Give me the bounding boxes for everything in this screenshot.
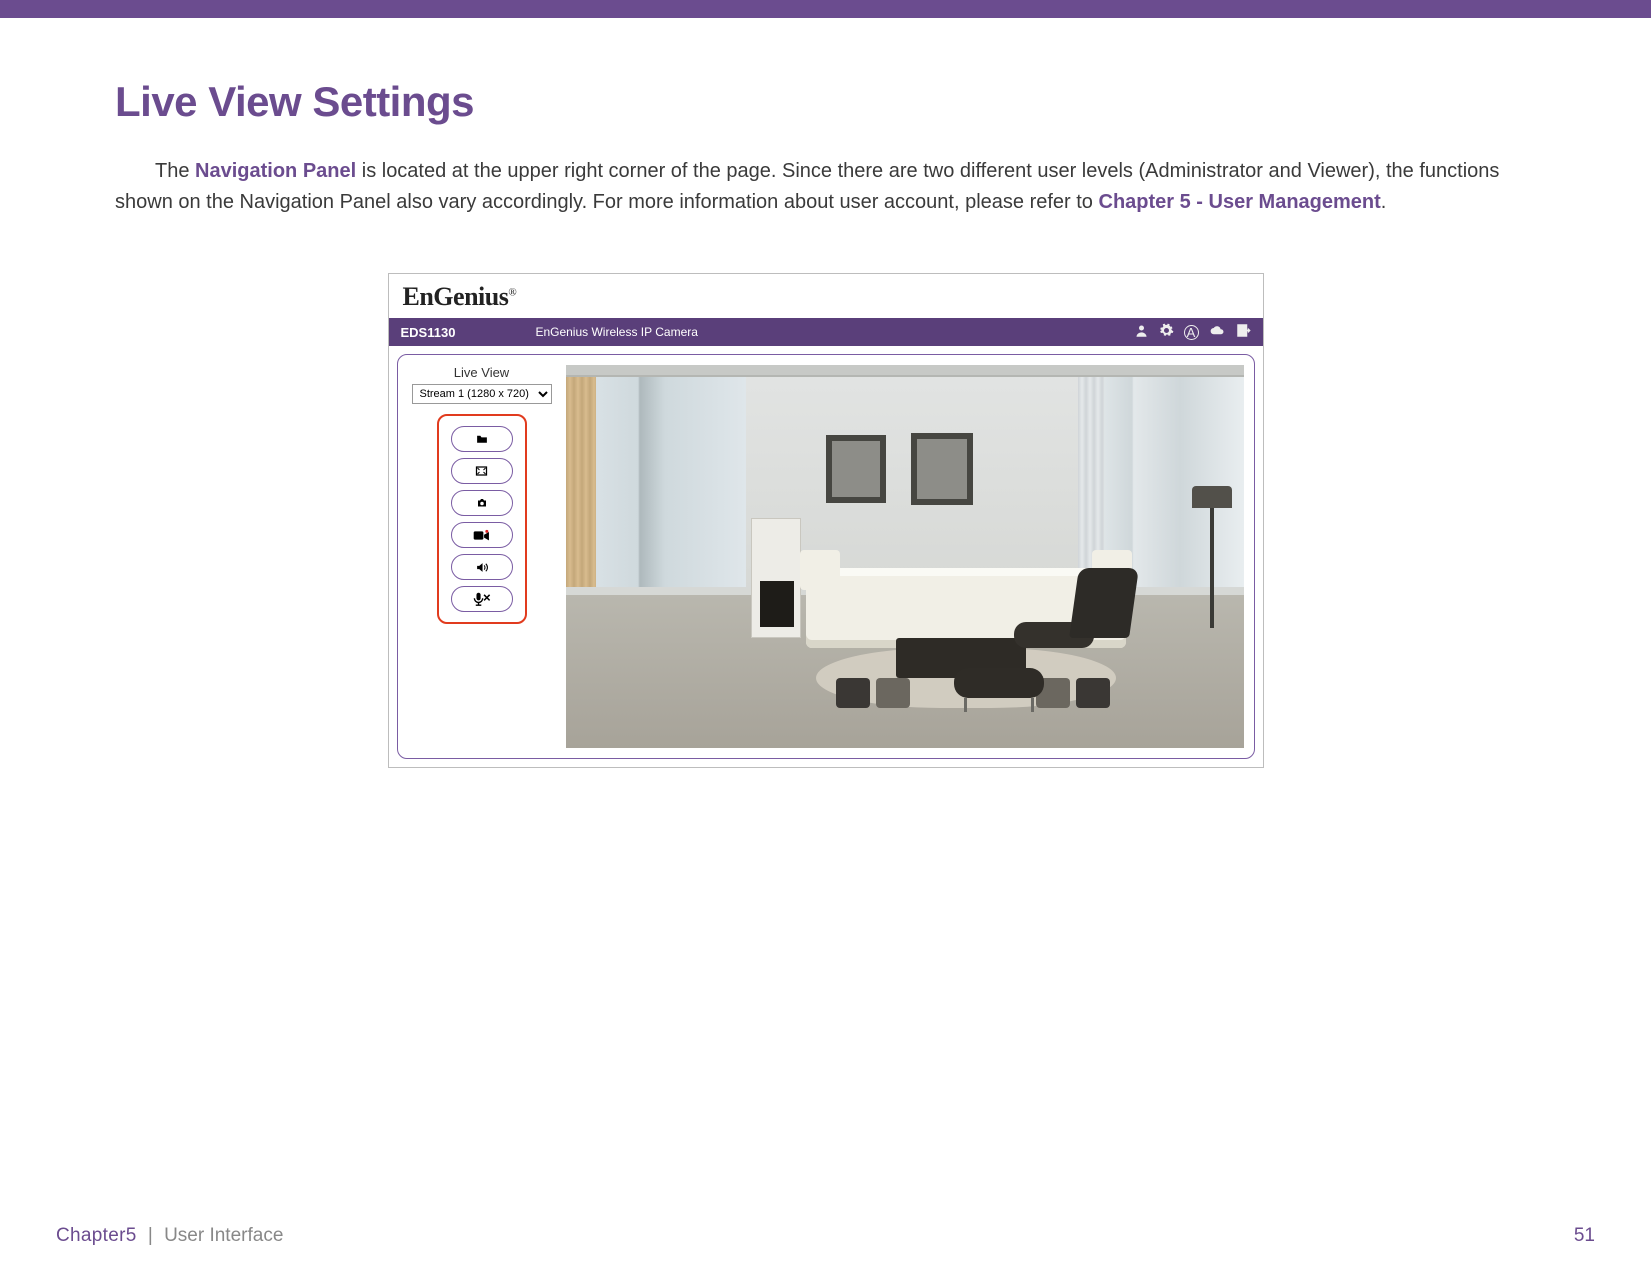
room-scene bbox=[566, 365, 1244, 748]
page-number: 51 bbox=[1574, 1225, 1595, 1247]
user-icon[interactable] bbox=[1134, 323, 1149, 341]
record-icon bbox=[473, 529, 491, 542]
header-bar: EDS1130 EnGenius Wireless IP Camera A bbox=[389, 318, 1263, 346]
fullscreen-button[interactable] bbox=[451, 458, 513, 484]
page-content: Live View Settings The Navigation Panel … bbox=[0, 18, 1651, 768]
folder-icon bbox=[474, 433, 490, 446]
para-text-a: The bbox=[155, 160, 195, 182]
footer-left: Chapter5 | User Interface bbox=[56, 1225, 283, 1247]
live-view-sidebar: Live View Stream 1 (1280 x 720) bbox=[412, 365, 552, 748]
page-footer: Chapter5 | User Interface 51 bbox=[56, 1225, 1595, 1247]
open-folder-button[interactable] bbox=[451, 426, 513, 452]
logo-text: EnGenius bbox=[403, 282, 509, 311]
mic-mute-icon bbox=[473, 592, 491, 606]
main-panel: Live View Stream 1 (1280 x 720) bbox=[397, 354, 1255, 759]
fullscreen-icon bbox=[474, 465, 489, 477]
camera-ui-screenshot: EnGenius® EDS1130 EnGenius Wireless IP C… bbox=[388, 273, 1264, 768]
speaker-icon bbox=[474, 561, 490, 574]
intro-paragraph: The Navigation Panel is located at the u… bbox=[115, 156, 1536, 218]
model-label: EDS1130 bbox=[401, 325, 456, 340]
navigation-panel: A bbox=[1134, 323, 1251, 341]
mic-mute-button[interactable] bbox=[451, 586, 513, 612]
circle-a-icon[interactable]: A bbox=[1184, 325, 1199, 340]
logout-icon[interactable] bbox=[1236, 323, 1251, 341]
engenius-logo: EnGenius® bbox=[403, 282, 517, 312]
chapter5-link[interactable]: Chapter 5 - User Management bbox=[1099, 191, 1381, 213]
document-top-bar bbox=[0, 0, 1651, 18]
registered-mark: ® bbox=[508, 286, 516, 298]
footer-chapter: Chapter5 bbox=[56, 1225, 137, 1246]
control-buttons-highlight bbox=[437, 414, 527, 624]
video-stream-area[interactable] bbox=[566, 365, 1244, 748]
para-text-c: . bbox=[1381, 191, 1387, 213]
camera-icon bbox=[474, 497, 490, 509]
product-name: EnGenius Wireless IP Camera bbox=[535, 325, 1133, 339]
embedded-screenshot-wrap: EnGenius® EDS1130 EnGenius Wireless IP C… bbox=[115, 273, 1536, 768]
live-view-label: Live View bbox=[412, 365, 552, 380]
logo-row: EnGenius® bbox=[389, 274, 1263, 318]
cloud-icon[interactable] bbox=[1209, 323, 1226, 341]
page-title: Live View Settings bbox=[115, 78, 1536, 126]
audio-button[interactable] bbox=[451, 554, 513, 580]
snapshot-button[interactable] bbox=[451, 490, 513, 516]
footer-section: User Interface bbox=[164, 1225, 283, 1246]
navigation-panel-term: Navigation Panel bbox=[195, 160, 356, 182]
stream-select[interactable]: Stream 1 (1280 x 720) bbox=[412, 384, 552, 404]
record-button[interactable] bbox=[451, 522, 513, 548]
footer-separator: | bbox=[148, 1225, 153, 1246]
gear-icon[interactable] bbox=[1159, 323, 1174, 341]
